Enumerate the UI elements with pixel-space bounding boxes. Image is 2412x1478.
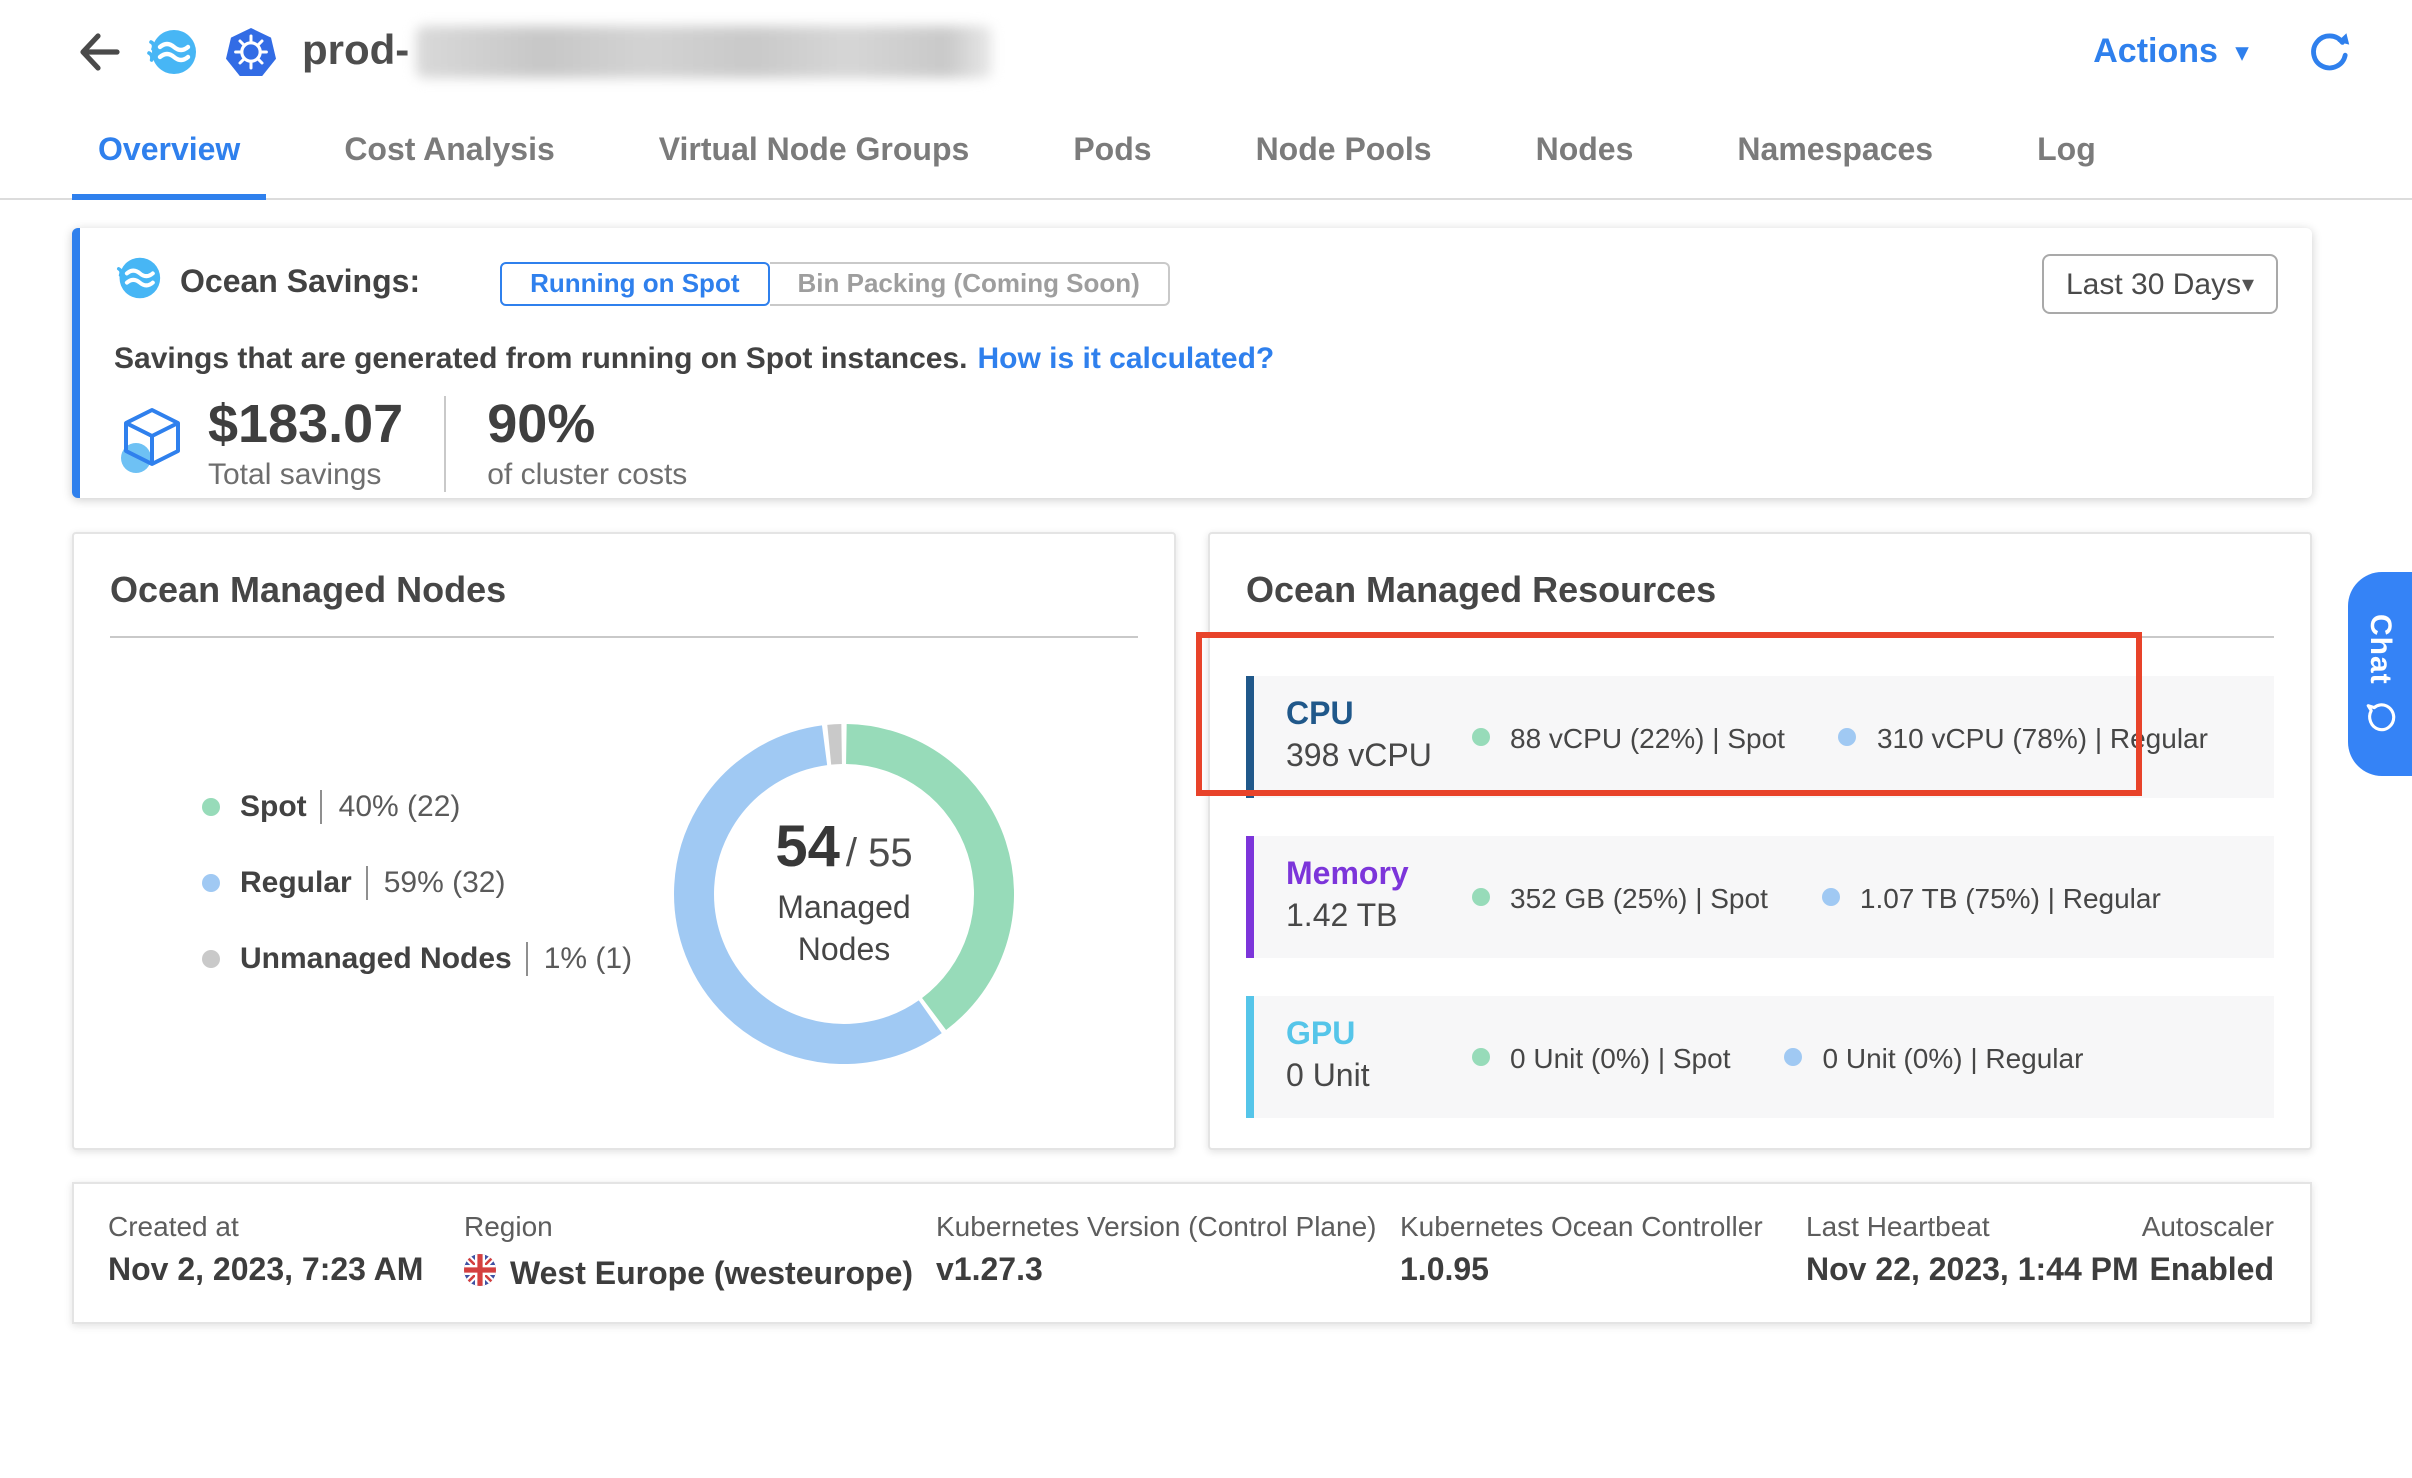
- legend-item-unmanaged: Unmanaged Nodes 1% (1): [202, 942, 632, 976]
- legend-item-spot: Spot 40% (22): [202, 790, 632, 824]
- ocean-waves-icon: [146, 26, 198, 78]
- nodes-legend: Spot 40% (22) Regular 59% (32) Unmanaged…: [202, 790, 632, 1018]
- cluster-cost-percent-value: 90%: [487, 396, 687, 453]
- tab-node-pools[interactable]: Node Pools: [1230, 104, 1458, 198]
- tab-namespaces[interactable]: Namespaces: [1711, 104, 1959, 198]
- last-heartbeat: Last Heartbeat Nov 22, 2023, 1:44 PM: [1806, 1210, 2142, 1322]
- ocean-controller-version: Kubernetes Ocean Controller 1.0.95: [1400, 1210, 1806, 1322]
- uk-flag-icon: [464, 1254, 496, 1296]
- toggle-running-on-spot[interactable]: Running on Spot: [500, 261, 769, 305]
- tab-cost-analysis[interactable]: Cost Analysis: [318, 104, 580, 198]
- speech-bubble-icon: [2363, 700, 2397, 734]
- spot-dot-icon: [1472, 728, 1490, 746]
- cluster-name-prefix: prod-: [302, 28, 409, 76]
- cluster-info-bar: Created at Nov 2, 2023, 7:23 AM Region: [72, 1182, 2312, 1324]
- tab-virtual-node-groups[interactable]: Virtual Node Groups: [633, 104, 996, 198]
- divider: [366, 866, 368, 900]
- cluster-name: prod-: [302, 26, 991, 78]
- regular-dot-icon: [202, 874, 220, 892]
- created-at: Created at Nov 2, 2023, 7:23 AM: [108, 1210, 464, 1322]
- savings-cube-icon: [114, 403, 190, 485]
- region: Region West Europe (westeurope): [464, 1210, 936, 1322]
- ocean-managed-resources-card: Ocean Managed Resources CPU 398 vCPU 88 …: [1208, 532, 2312, 1150]
- divider: [443, 396, 445, 493]
- chevron-down-icon: ▾: [2236, 40, 2248, 64]
- savings-toggle: Running on Spot Bin Packing (Coming Soon…: [500, 261, 1170, 305]
- spot-dot-icon: [1472, 888, 1490, 906]
- memory-regular-stat: 1.07 TB (75%) | Regular: [1822, 881, 2161, 913]
- spot-dot-icon: [1472, 1048, 1490, 1066]
- ocean-savings-icon: [114, 254, 162, 312]
- cpu-regular-stat: 310 vCPU (78%) | Regular: [1839, 721, 2208, 753]
- redacted-cluster-name: [415, 26, 991, 78]
- total-savings-value: $183.07: [208, 396, 403, 453]
- donut-caption: Managed Nodes: [740, 889, 948, 972]
- total-savings-label: Total savings: [208, 459, 403, 493]
- tab-nodes[interactable]: Nodes: [1510, 104, 1660, 198]
- gpu-spot-stat: 0 Unit (0%) | Spot: [1472, 1041, 1731, 1073]
- period-value: Last 30 Days: [2066, 267, 2241, 301]
- divider: [526, 942, 528, 976]
- period-dropdown[interactable]: Last 30 Days ▾: [2042, 254, 2278, 314]
- back-arrow-icon[interactable]: [72, 28, 120, 76]
- resource-row-gpu: GPU 0 Unit 0 Unit (0%) | Spot 0 Unit (0%…: [1246, 996, 2274, 1118]
- ocean-savings-label: Ocean Savings:: [180, 265, 420, 301]
- kubernetes-version: Kubernetes Version (Control Plane) v1.27…: [936, 1210, 1400, 1322]
- tab-overview[interactable]: Overview: [72, 104, 266, 198]
- cpu-spot-stat: 88 vCPU (22%) | Spot: [1472, 721, 1785, 753]
- chat-button[interactable]: Chat: [2348, 572, 2412, 776]
- unmanaged-dot-icon: [202, 950, 220, 968]
- spot-dot-icon: [202, 798, 220, 816]
- ocean-savings-banner: Ocean Savings: Running on Spot Bin Packi…: [72, 228, 2312, 498]
- managed-nodes-donut-chart: 54 / 55 Managed Nodes: [674, 724, 1014, 1064]
- resource-row-memory: Memory 1.42 TB 352 GB (25%) | Spot 1.07 …: [1246, 836, 2274, 958]
- kubernetes-icon: [224, 25, 278, 79]
- managed-count: 54: [775, 815, 840, 881]
- regular-dot-icon: [1785, 1048, 1803, 1066]
- regular-dot-icon: [1839, 728, 1857, 746]
- regular-dot-icon: [1822, 888, 1840, 906]
- actions-label: Actions: [2093, 32, 2218, 72]
- chevron-down-icon: ▾: [2242, 272, 2254, 296]
- autoscaler-status-value: Enabled: [2150, 1254, 2274, 1290]
- savings-description: Savings that are generated from running …: [114, 342, 2278, 376]
- divider: [1246, 636, 2274, 638]
- divider: [110, 636, 1138, 638]
- tab-log[interactable]: Log: [2011, 104, 2122, 198]
- resource-row-cpu: CPU 398 vCPU 88 vCPU (22%) | Spot 310 vC…: [1246, 676, 2274, 798]
- header: prod- Actions ▾: [0, 0, 2412, 104]
- managed-nodes-title: Ocean Managed Nodes: [110, 570, 1138, 612]
- managed-resources-title: Ocean Managed Resources: [1246, 570, 2274, 612]
- autoscaler-status: Autoscaler Enabled: [2142, 1210, 2274, 1322]
- toggle-bin-packing[interactable]: Bin Packing (Coming Soon): [770, 261, 1170, 305]
- legend-item-regular: Regular 59% (32): [202, 866, 632, 900]
- refresh-icon[interactable]: [2308, 30, 2352, 74]
- tab-pods[interactable]: Pods: [1047, 104, 1177, 198]
- total-count: / 55: [846, 831, 913, 877]
- how-calculated-link[interactable]: How is it calculated?: [978, 342, 1275, 376]
- divider: [321, 790, 323, 824]
- ocean-managed-nodes-card: Ocean Managed Nodes Spot 40% (22) Regula…: [72, 532, 1176, 1150]
- actions-button[interactable]: Actions ▾: [2093, 32, 2248, 72]
- chat-label: Chat: [2363, 614, 2397, 685]
- memory-spot-stat: 352 GB (25%) | Spot: [1472, 881, 1768, 913]
- cluster-cost-percent-label: of cluster costs: [487, 459, 687, 493]
- tab-bar: Overview Cost Analysis Virtual Node Grou…: [0, 104, 2412, 200]
- page: prod- Actions ▾ Overview Cost Analysis V…: [0, 0, 2412, 1478]
- gpu-regular-stat: 0 Unit (0%) | Regular: [1785, 1041, 2084, 1073]
